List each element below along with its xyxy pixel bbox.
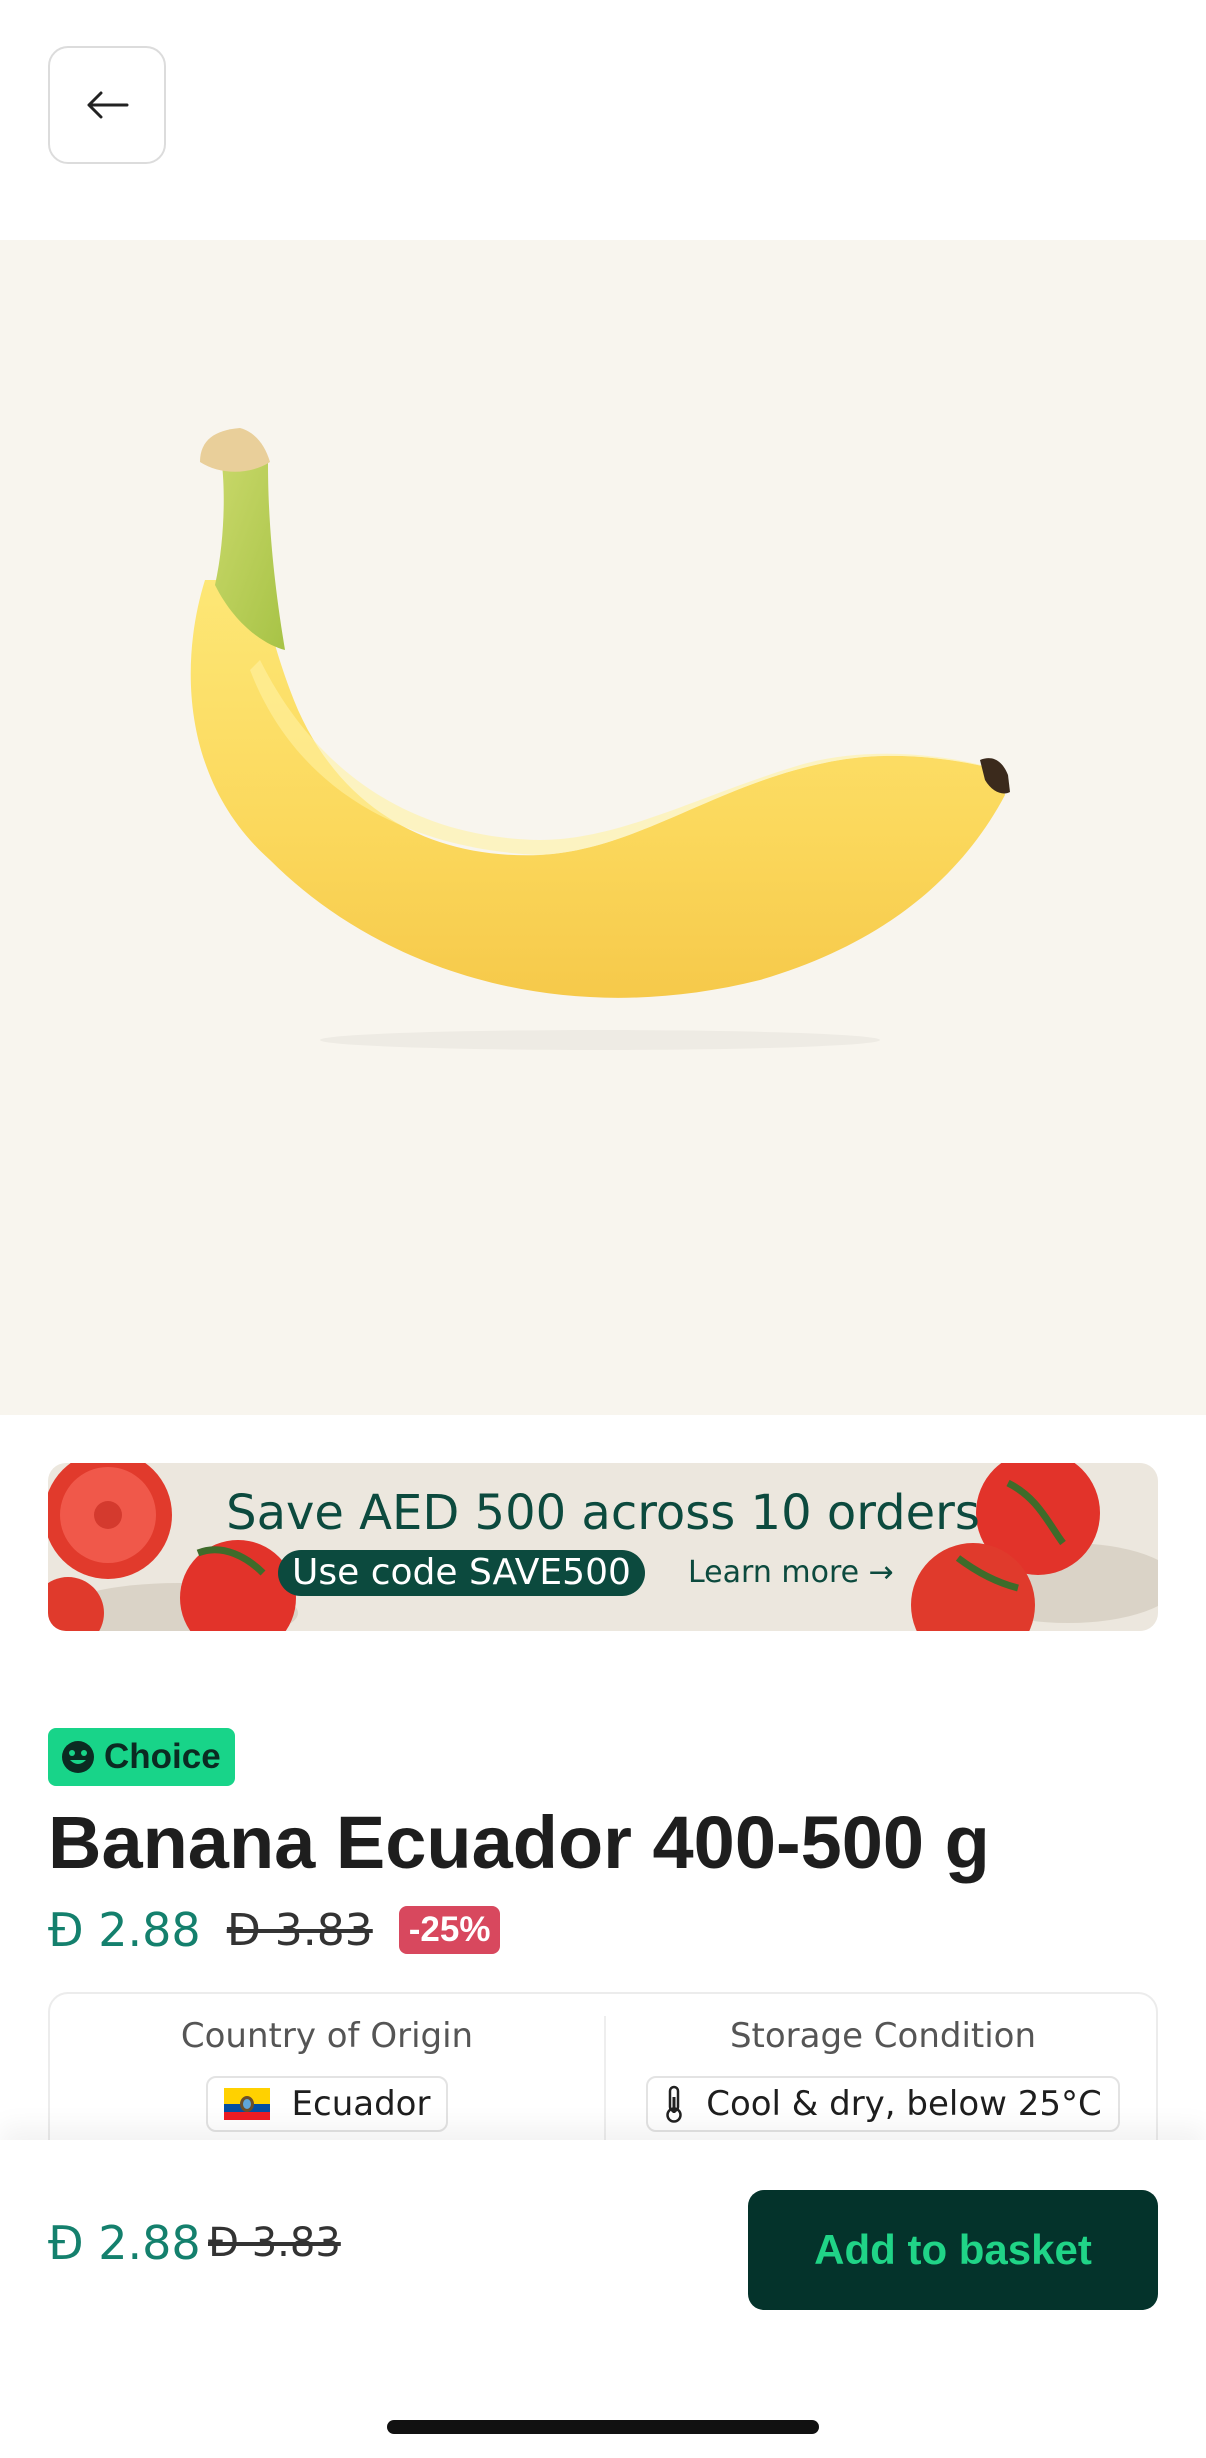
footer-current-price: Đ 2.88 (48, 2216, 201, 2270)
back-button[interactable] (48, 46, 166, 164)
arrow-left-icon (87, 91, 129, 119)
promo-code-pill[interactable]: Use code SAVE500 (278, 1550, 645, 1596)
choice-badge: Choice (48, 1728, 235, 1786)
banana-image (190, 428, 1010, 1050)
add-to-basket-button[interactable]: Add to basket (748, 2190, 1158, 2310)
original-price: Đ 3.83 (226, 1904, 373, 1956)
origin-label: Country of Origin (180, 2016, 474, 2056)
storage-value: Cool & dry, below 25°C (706, 2084, 1102, 2124)
home-indicator (387, 2420, 819, 2434)
thermometer-icon (666, 2085, 682, 2123)
product-title: Banana Ecuador 400-500 g (48, 1801, 990, 1884)
storage-section: Storage Condition Cool & dry, below 25°C (606, 2016, 1160, 2132)
storage-chip: Cool & dry, below 25°C (646, 2076, 1120, 2132)
origin-section: Country of Origin Ecuador (50, 2016, 604, 2132)
bottom-action-bar: Đ 2.88 Đ 3.83 Add to basket (0, 2140, 1206, 2458)
current-price: Đ 2.88 (48, 1903, 201, 1957)
origin-chip: Ecuador (205, 2076, 449, 2132)
ecuador-flag-icon (223, 2088, 270, 2120)
discount-badge: -25% (398, 1906, 501, 1954)
product-image-carousel[interactable] (0, 240, 1206, 1558)
promo-banner[interactable]: Save AED 500 across 10 orders Use code S… (48, 1463, 1158, 1631)
learn-more-link[interactable]: Learn more → (688, 1555, 894, 1590)
storage-label: Storage Condition (729, 2016, 1037, 2056)
price-row: Đ 2.88 Đ 3.83 -25% (48, 1898, 501, 1962)
origin-value: Ecuador (291, 2084, 431, 2124)
promo-title: Save AED 500 across 10 orders (226, 1485, 980, 1541)
smiley-face-icon (62, 1741, 94, 1773)
choice-label: Choice (104, 1737, 221, 1776)
footer-original-price: Đ 3.83 (208, 2220, 341, 2266)
